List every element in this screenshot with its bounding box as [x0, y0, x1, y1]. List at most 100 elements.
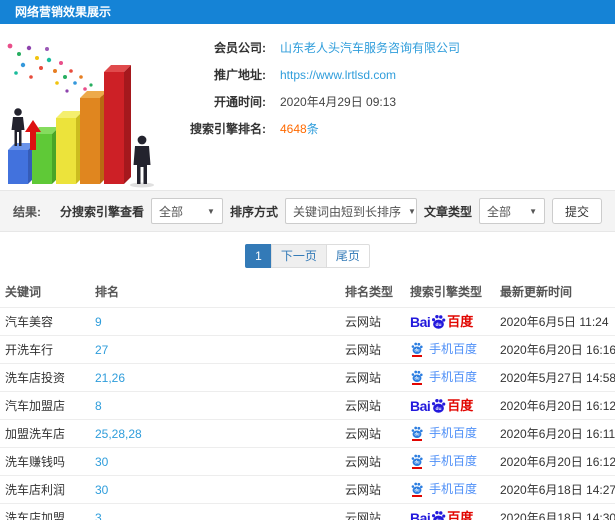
engine-cell: Bai du 百度 du [405, 391, 495, 420]
article-type-value: 全部 [486, 204, 511, 219]
page-title: 网络营销效果展示 [0, 0, 615, 24]
table-row: 汽车加盟店 8 云网站 Bai du 百度 2020年6月20日 16:12 [0, 391, 615, 420]
baidu-logo-text: Bai [410, 509, 431, 520]
svg-text:du: du [415, 432, 420, 437]
table-row: 洗车赚钱吗 30 云网站 Bai du 百度 [0, 447, 615, 476]
baidu-paw-icon: du [432, 314, 446, 329]
mobile-baidu-logo: du 手机百度 [410, 481, 477, 497]
mobile-baidu-label: 手机百度 [429, 454, 478, 468]
engine-cell: Bai du 百度 du [405, 447, 495, 476]
rank-type-cell: 云网站 [340, 503, 405, 520]
keyword-cell: 洗车店利润 [0, 475, 90, 504]
header-engine-type: 搜索引擎类型 [405, 276, 495, 308]
header-updated: 最新更新时间 [495, 276, 615, 308]
open-time-value: 2020年4月29日 09:13 [280, 95, 397, 109]
mobile-baidu-logo: du 手机百度 [410, 369, 477, 385]
keyword-cell: 洗车店加盟 [0, 503, 90, 520]
rank-count-unit: 条 [306, 122, 319, 136]
svg-text:du: du [415, 488, 420, 493]
rank-cell[interactable]: 9 [90, 307, 340, 336]
svg-text:du: du [436, 406, 442, 412]
submit-button[interactable]: 提交 [551, 198, 602, 224]
rank-type-cell: 云网站 [340, 447, 405, 476]
mobile-baidu-paw-icon: du [410, 481, 424, 497]
rank-cell[interactable]: 8 [90, 391, 340, 420]
svg-text:du: du [415, 376, 420, 381]
engine-cell: Bai du 百度 du [405, 307, 495, 336]
rank-count-label: 搜索引擎排名: [190, 122, 266, 136]
keyword-cell: 洗车赚钱吗 [0, 447, 90, 476]
table-row: 洗车店投资 21,26 云网站 Bai du 百度 [0, 363, 615, 392]
pagination: 1 下一页 尾页 [0, 244, 615, 268]
company-label: 会员公司: [214, 41, 266, 55]
member-info-section: 会员公司: 山东老人头汽车服务咨询有限公司 推广地址: https://www.… [0, 24, 615, 190]
rank-cell[interactable]: 25,28,28 [90, 419, 340, 448]
engine-cell: Bai du 百度 du [405, 475, 495, 504]
rank-cell[interactable]: 21,26 [90, 363, 340, 392]
rank-count-number: 4648 [280, 122, 307, 136]
article-type-label: 文章类型 [423, 204, 472, 219]
info-row-rank-count: 搜索引擎排名: 4648条 [158, 121, 615, 138]
businessman-left [11, 108, 25, 146]
businessman-right [130, 135, 154, 188]
keyword-ranking-table: 关键词 排名 排名类型 搜索引擎类型 最新更新时间 汽车美容 9 云网站 Bai… [0, 276, 615, 520]
rank-count-value: 4648条 [280, 121, 319, 138]
rank-cell[interactable]: 30 [90, 475, 340, 504]
baidu-logo: Bai du 百度 [410, 313, 473, 330]
table-row: 加盟洗车店 25,28,28 云网站 Bai du 百度 [0, 419, 615, 448]
baidu-paw-icon: du [432, 398, 446, 413]
updated-cell: 2020年6月20日 16:12 [495, 447, 615, 476]
sort-value: 关键词由短到长排序 [292, 204, 401, 219]
baidu-logo-text: Bai [410, 397, 431, 414]
member-info-list: 会员公司: 山东老人头汽车服务咨询有限公司 推广地址: https://www.… [158, 32, 615, 190]
svg-text:du: du [415, 460, 420, 465]
mobile-baidu-paw-icon: du [410, 453, 424, 469]
keyword-cell: 洗车店投资 [0, 363, 90, 392]
engine-cell: Bai du 百度 du [405, 503, 495, 520]
rank-type-cell: 云网站 [340, 475, 405, 504]
mobile-baidu-label: 手机百度 [429, 482, 478, 496]
sort-label: 排序方式 [229, 204, 278, 219]
result-label: 结果: [13, 204, 41, 219]
engine-filter-label: 分搜索引擎查看 [59, 204, 144, 219]
baidu-logo-cn-text: 百度 [447, 397, 474, 413]
svg-text:du: du [436, 322, 442, 328]
info-row-open-time: 开通时间: 2020年4月29日 09:13 [158, 94, 615, 111]
baidu-logo-cn-text: 百度 [447, 313, 474, 329]
last-page-button[interactable]: 尾页 [325, 244, 370, 268]
mobile-baidu-logo: du 手机百度 [410, 453, 477, 469]
rank-cell[interactable]: 30 [90, 447, 340, 476]
table-row: 汽车美容 9 云网站 Bai du 百度 2020年6月5日 11:24 [0, 307, 615, 336]
rank-cell[interactable]: 3 [90, 503, 340, 520]
promo-url-link[interactable]: https://www.lrtlsd.com [280, 67, 396, 84]
svg-text:du: du [415, 348, 420, 353]
keyword-cell: 加盟洗车店 [0, 419, 90, 448]
engine-filter-select[interactable]: 全部 ▼ [150, 198, 223, 224]
rank-type-cell: 云网站 [340, 419, 405, 448]
rank-type-cell: 云网站 [340, 363, 405, 392]
baidu-logo: Bai du 百度 [410, 509, 473, 520]
engine-cell: Bai du 百度 du [405, 419, 495, 448]
company-link[interactable]: 山东老人头汽车服务咨询有限公司 [280, 40, 460, 57]
mobile-baidu-label: 手机百度 [429, 342, 478, 356]
promo-url-label: 推广地址: [214, 68, 266, 82]
sort-select[interactable]: 关键词由短到长排序 ▼ [284, 198, 417, 224]
page-1-button[interactable]: 1 [245, 244, 272, 268]
confetti-dots [7, 43, 103, 99]
table-row: 开洗车行 27 云网站 Bai du 百度 [0, 335, 615, 364]
rank-cell[interactable]: 27 [90, 335, 340, 364]
next-page-button[interactable]: 下一页 [270, 244, 327, 268]
baidu-paw-icon: du [432, 510, 446, 520]
rank-type-cell: 云网站 [340, 307, 405, 336]
table-header-row: 关键词 排名 排名类型 搜索引擎类型 最新更新时间 [0, 276, 615, 308]
chevron-down-icon: ▼ [529, 206, 537, 216]
header-rank: 排名 [90, 276, 340, 308]
mobile-baidu-label: 手机百度 [429, 370, 478, 384]
table-row: 洗车店加盟 3 云网站 Bai du 百度 [0, 503, 615, 520]
info-row-company: 会员公司: 山东老人头汽车服务咨询有限公司 [158, 40, 615, 57]
open-time-label: 开通时间: [214, 95, 266, 109]
engine-cell: Bai du 百度 du [405, 335, 495, 364]
article-type-select[interactable]: 全部 ▼ [478, 198, 545, 224]
baidu-logo: Bai du 百度 [410, 397, 473, 414]
filter-bar: 结果: 分搜索引擎查看 全部 ▼ 排序方式 关键词由短到长排序 ▼ 文章类型 全… [0, 190, 615, 232]
